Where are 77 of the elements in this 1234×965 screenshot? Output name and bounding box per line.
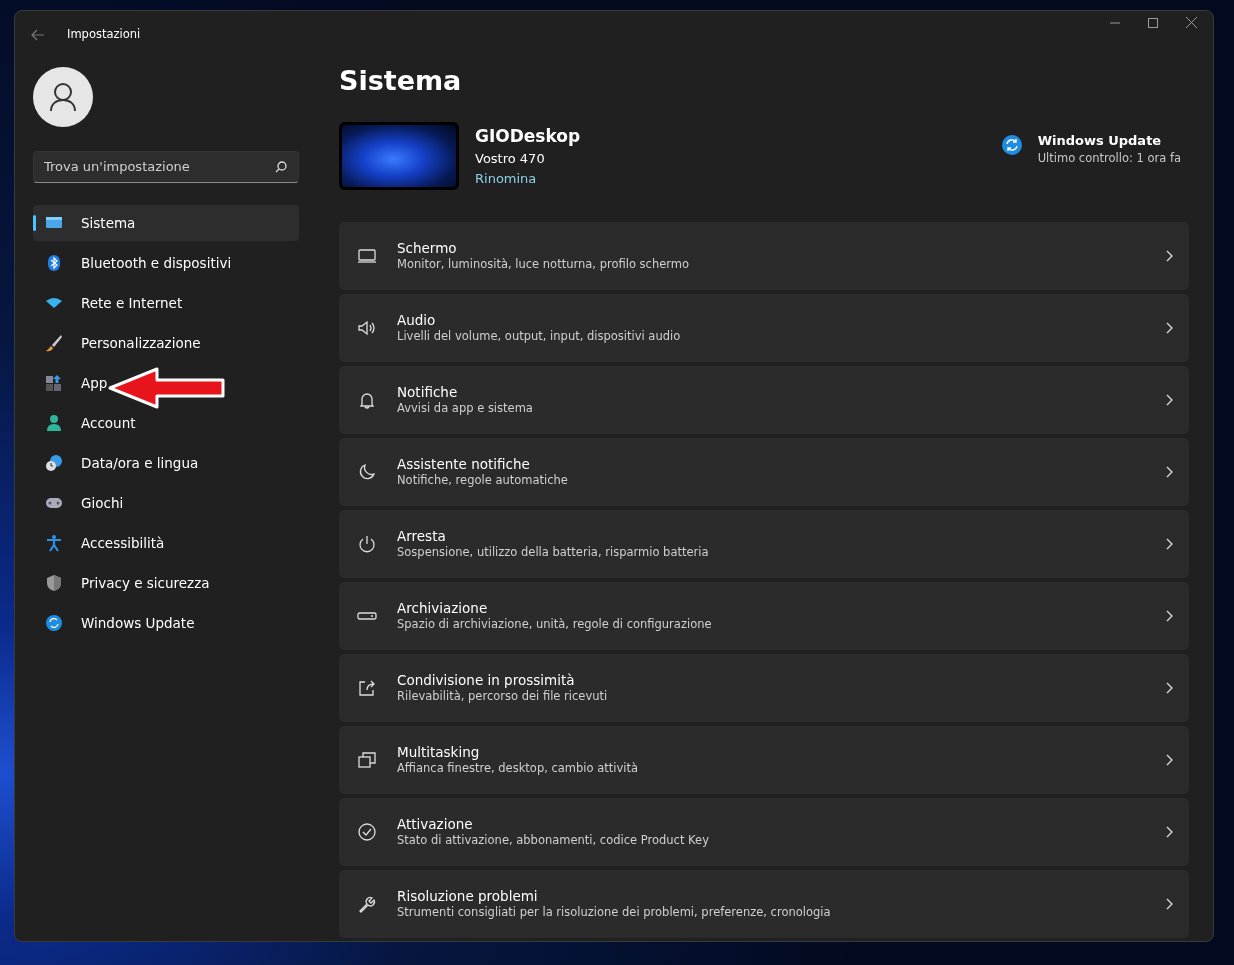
moon-icon	[357, 461, 377, 482]
card-subtitle: Livelli del volume, output, input, dispositivi audio	[397, 328, 682, 345]
card-title: Arresta	[397, 527, 447, 544]
device-name: GIODeskop	[475, 124, 581, 148]
card-subtitle: Sospensione, utilizzo della batteria, risparmio batteria	[397, 544, 710, 561]
chevron-right-icon	[1166, 897, 1173, 910]
card-subtitle: Rilevabilità, percorso dei file ricevuti	[397, 688, 609, 705]
device-model: Vostro 470	[475, 150, 546, 169]
card-subtitle: Affianca finestre, desktop, cambio attività	[397, 760, 640, 777]
sync-icon	[45, 613, 63, 632]
person-icon	[45, 413, 63, 432]
chevron-right-icon	[1166, 753, 1173, 766]
sidebar-item[interactable]: Windows Update	[33, 604, 299, 641]
card-subtitle: Monitor, luminosità, luce notturna, profilo schermo	[397, 256, 690, 273]
chevron-right-icon	[1166, 537, 1173, 550]
brush-icon	[45, 333, 63, 352]
minimize-icon[interactable]	[1110, 21, 1120, 24]
settings-card[interactable]: Condivisione in prossimità Rilevabilità, percorso dei file ricevuti	[339, 653, 1189, 722]
accessibility-icon	[45, 533, 63, 552]
card-title: Risoluzione problemi	[397, 887, 539, 904]
search-field[interactable]: Trova un'impostazione	[33, 150, 299, 183]
settings-card[interactable]: Schermo Monitor, luminosità, luce notturna, profilo schermo	[339, 221, 1189, 290]
settings-card[interactable]: Archiviazione Spazio di archiviazione, unità, regole di configurazione	[339, 581, 1189, 650]
rename-link[interactable]: Rinomina	[475, 170, 537, 186]
card-subtitle: Notifiche, regole automatiche	[397, 472, 569, 489]
apps-icon	[45, 373, 63, 392]
sync-icon	[1001, 134, 1022, 155]
card-title: Audio	[397, 311, 437, 328]
sidebar-item[interactable]: Personalizzazione	[33, 324, 299, 361]
check-circle-icon	[357, 821, 377, 842]
card-subtitle: Spazio di archiviazione, unità, regole di configurazione	[397, 616, 713, 633]
settings-card[interactable]: Assistente notifiche Notifiche, regole automatiche	[339, 437, 1189, 506]
back-icon[interactable]	[31, 28, 45, 41]
chevron-right-icon	[1166, 465, 1173, 478]
settings-card[interactable]: Multitasking Affianca finestre, desktop, cambio attività	[339, 725, 1189, 794]
sidebar-item[interactable]: Giochi	[33, 484, 299, 521]
card-title: Archiviazione	[397, 599, 489, 616]
chevron-right-icon	[1166, 609, 1173, 622]
maximize-icon[interactable]	[1148, 17, 1158, 28]
card-subtitle: Strumenti consigliati per la risoluzione dei problemi, preferenze, cronologia	[397, 904, 832, 921]
chevron-right-icon	[1166, 249, 1173, 262]
sidebar-item[interactable]: Sistema	[33, 204, 299, 241]
close-icon[interactable]	[1186, 17, 1197, 28]
chevron-right-icon	[1166, 321, 1173, 334]
card-title: Schermo	[397, 239, 458, 256]
settings-card[interactable]: Risoluzione problemi Strumenti consigliati per la risoluzione dei problemi, preferenze, cronologia	[339, 869, 1189, 938]
bluetooth-icon	[45, 253, 63, 272]
card-subtitle: Avvisi da app e sistema	[397, 400, 534, 417]
card-subtitle: Stato di attivazione, abbonamenti, codice Product Key	[397, 832, 710, 849]
chevron-right-icon	[1166, 681, 1173, 694]
sidebar-item[interactable]: Privacy e sicurezza	[33, 564, 299, 601]
sidebar-item[interactable]: Data/ora e lingua	[33, 444, 299, 481]
sidebar-item[interactable]: App	[33, 364, 299, 401]
settings-card[interactable]: Arresta Sospensione, utilizzo della batteria, risparmio batteria	[339, 509, 1189, 578]
power-icon	[357, 533, 377, 554]
card-title: Condivisione in prossimità	[397, 671, 576, 688]
card-title: Attivazione	[397, 815, 474, 832]
sidebar-item[interactable]: Account	[33, 404, 299, 441]
card-title: Assistente notifiche	[397, 455, 531, 472]
update-status: Ultimo controllo: 1 ora fa	[1037, 150, 1181, 168]
window-title: Impostazioni	[67, 26, 141, 44]
sidebar-item[interactable]: Rete e Internet	[33, 284, 299, 321]
shield-icon	[45, 573, 63, 592]
settings-card[interactable]: Audio Livelli del volume, output, input, dispositivi audio	[339, 293, 1189, 362]
chevron-right-icon	[1166, 393, 1173, 406]
chevron-right-icon	[1166, 825, 1173, 838]
update-title[interactable]: Windows Update	[1037, 130, 1181, 151]
page-title: Sistema	[339, 66, 463, 94]
sidebar-item[interactable]: Bluetooth e dispositivi	[33, 244, 299, 281]
card-title: Notifiche	[397, 383, 459, 400]
settings-card[interactable]: Notifiche Avvisi da app e sistema	[339, 365, 1189, 434]
search-icon[interactable]	[275, 160, 287, 173]
globe-clock-icon	[45, 453, 63, 472]
card-title: Multitasking	[397, 743, 481, 760]
sidebar-item[interactable]: Accessibilità	[33, 524, 299, 561]
settings-card[interactable]: Attivazione Stato di attivazione, abbonamenti, codice Product Key	[339, 797, 1189, 866]
windows-stack-icon	[357, 749, 377, 770]
